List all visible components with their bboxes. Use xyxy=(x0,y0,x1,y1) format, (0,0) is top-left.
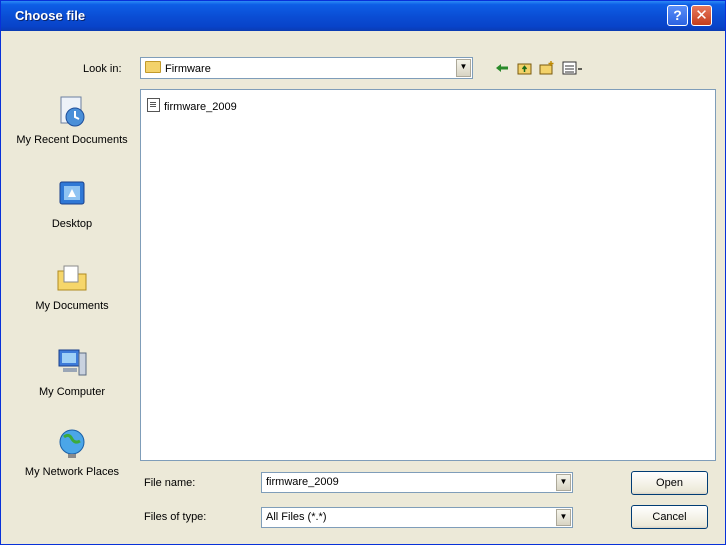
open-button[interactable]: Open xyxy=(631,471,708,495)
look-in-label: Look in: xyxy=(83,63,122,75)
cancel-button[interactable]: Cancel xyxy=(631,505,708,529)
titlebar[interactable]: Choose file ? ✕ xyxy=(1,1,725,31)
places-bar: My Recent Documents Desktop My Documents xyxy=(13,85,131,535)
file-name-text: firmware_2009 xyxy=(164,101,237,113)
file-type-dropdown-arrow[interactable]: ▼ xyxy=(556,509,571,526)
place-label: My Documents xyxy=(35,300,109,312)
new-folder-icon[interactable] xyxy=(539,60,555,76)
window-title: Choose file xyxy=(15,8,86,23)
close-button[interactable]: ✕ xyxy=(691,5,712,26)
choose-file-dialog: Choose file ? ✕ Look in: Firmware ▼ My R… xyxy=(0,0,726,545)
help-button[interactable]: ? xyxy=(667,5,688,26)
place-my-documents[interactable]: My Documents xyxy=(13,261,131,312)
my-documents-icon xyxy=(57,265,87,291)
file-type-select[interactable]: All Files (*.*) ▼ xyxy=(261,507,573,528)
place-my-recent-documents[interactable]: My Recent Documents xyxy=(13,95,131,146)
up-folder-icon[interactable] xyxy=(517,60,533,76)
file-name-dropdown-arrow[interactable]: ▼ xyxy=(556,474,571,491)
my-computer-icon xyxy=(58,349,87,376)
file-name-value[interactable]: firmware_2009 xyxy=(266,476,339,488)
place-label: My Network Places xyxy=(24,466,120,478)
back-icon[interactable] xyxy=(494,60,510,76)
file-name-field[interactable]: firmware_2009 ▼ xyxy=(261,472,573,493)
look-in-dropdown-arrow[interactable]: ▼ xyxy=(456,59,471,77)
place-my-computer[interactable]: My Computer xyxy=(13,347,131,398)
place-label: Desktop xyxy=(51,218,93,230)
place-label: My Computer xyxy=(38,386,106,398)
folder-icon xyxy=(145,61,161,73)
look-in-text: Firmware xyxy=(165,63,211,75)
look-in-value: Firmware xyxy=(145,61,211,75)
place-my-network-places[interactable]: My Network Places xyxy=(13,427,131,478)
file-item[interactable]: firmware_2009 xyxy=(147,98,237,113)
file-type-label: Files of type: xyxy=(144,511,207,523)
network-places-icon xyxy=(59,429,85,458)
file-type-value: All Files (*.*) xyxy=(266,511,327,523)
file-list[interactable]: firmware_2009 xyxy=(140,89,716,461)
look-in-combo[interactable]: Firmware ▼ xyxy=(140,57,473,79)
desktop-icon xyxy=(59,181,85,205)
recent-documents-icon xyxy=(60,96,85,127)
file-icon xyxy=(147,98,160,112)
place-desktop[interactable]: Desktop xyxy=(13,179,131,230)
place-label: My Recent Documents xyxy=(16,134,128,146)
file-name-label: File name: xyxy=(144,477,196,489)
view-menu-icon[interactable] xyxy=(562,60,584,76)
